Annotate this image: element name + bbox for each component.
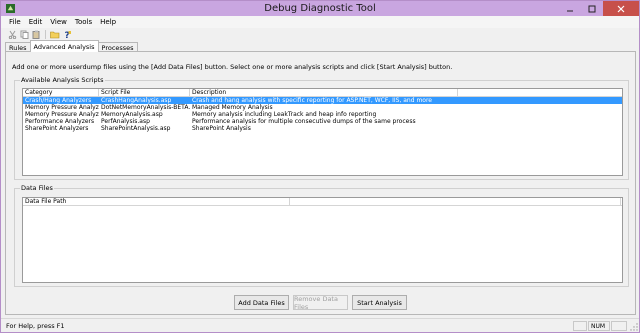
title-bar[interactable]: Debug Diagnostic Tool — [1, 1, 639, 16]
help-icon: ? — [64, 30, 71, 39]
script-description: Managed Memory Analysis — [192, 104, 273, 111]
datafiles-list[interactable]: Data File Path — [22, 197, 623, 283]
tab-advanced-analysis[interactable]: Advanced Analysis — [29, 40, 99, 52]
open-folder-icon — [50, 31, 60, 38]
menu-edit[interactable]: Edit — [25, 18, 47, 26]
paste-button[interactable] — [31, 29, 41, 39]
script-file: PerfAnalysis.asp — [101, 118, 150, 125]
copy-icon — [20, 30, 28, 39]
toolbar-separator — [45, 29, 46, 39]
window-controls — [559, 1, 639, 16]
datafiles-list-header: Data File Path — [23, 198, 622, 206]
script-description: SharePoint Analysis — [192, 125, 251, 132]
script-category: Crash/Hang Analyzers — [25, 97, 92, 104]
script-file: DotNetMemoryAnalysis-BETA.asp — [101, 104, 190, 111]
open-button[interactable] — [50, 29, 60, 39]
menu-tools[interactable]: Tools — [71, 18, 96, 26]
script-file: MemoryAnalysis.asp — [101, 111, 163, 118]
status-pane-num: NUM — [588, 321, 610, 331]
script-category: SharePoint Analyzers — [25, 125, 89, 132]
maximize-icon — [588, 5, 596, 12]
column-header-script-file[interactable]: Script File — [99, 89, 190, 96]
status-text: For Help, press F1 — [6, 322, 65, 330]
script-category: Performance Analyzers — [25, 118, 95, 125]
scripts-group-label: Available Analysis Scripts — [20, 76, 105, 84]
maximize-button[interactable] — [581, 1, 603, 16]
cut-icon — [8, 30, 16, 39]
toolbar: ? — [1, 28, 639, 40]
start-analysis-button[interactable]: Start Analysis — [352, 295, 407, 310]
main-window: Debug Diagnostic Tool File Edit View Too… — [0, 0, 640, 333]
menu-help[interactable]: Help — [96, 18, 120, 26]
resize-grip-icon[interactable] — [630, 323, 638, 331]
cut-button[interactable] — [7, 29, 17, 39]
menu-bar: File Edit View Tools Help — [1, 16, 639, 28]
menu-view[interactable]: View — [46, 18, 71, 26]
scripts-list[interactable]: Category Script File Description Crash/H… — [22, 88, 623, 176]
script-description: Performance analysis for multiple consec… — [192, 118, 416, 125]
status-pane-scroll — [611, 321, 627, 331]
datafiles-group-label: Data Files — [20, 184, 54, 192]
script-row[interactable]: Memory Pressure Analyzers DotNetMemoryAn… — [23, 104, 622, 111]
script-description: Crash and hang analysis with specific re… — [192, 97, 432, 104]
column-header-description[interactable]: Description — [190, 89, 458, 96]
minimize-icon — [567, 10, 573, 11]
column-header-category[interactable]: Category — [23, 89, 99, 96]
scripts-list-header: Category Script File Description — [23, 89, 622, 97]
script-category: Memory Pressure Analyzers — [25, 111, 99, 118]
script-description: Memory analysis including LeakTrack and … — [192, 111, 377, 118]
script-file: CrashHangAnalysis.asp — [101, 97, 172, 104]
close-button[interactable] — [603, 1, 639, 16]
script-row[interactable]: Performance Analyzers PerfAnalysis.asp P… — [23, 118, 622, 125]
script-row[interactable]: Crash/Hang Analyzers CrashHangAnalysis.a… — [23, 97, 622, 104]
script-row[interactable]: Memory Pressure Analyzers MemoryAnalysis… — [23, 111, 622, 118]
instructions-text: Add one or more userdump files using the… — [12, 63, 453, 71]
status-pane-blank — [573, 321, 587, 331]
script-category: Memory Pressure Analyzers — [25, 104, 99, 111]
help-button[interactable]: ? — [62, 29, 72, 39]
script-row[interactable]: SharePoint Analyzers SharePointAnalysis.… — [23, 125, 622, 132]
window-title: Debug Diagnostic Tool — [264, 3, 376, 14]
column-header-blank[interactable] — [290, 198, 621, 205]
copy-button[interactable] — [19, 29, 29, 39]
paste-icon — [32, 30, 39, 39]
status-bar: For Help, press F1 NUM — [1, 318, 639, 332]
menu-file[interactable]: File — [5, 18, 25, 26]
column-header-data-file-path[interactable]: Data File Path — [23, 198, 290, 205]
minimize-button[interactable] — [559, 1, 581, 16]
remove-data-files-button[interactable]: Remove Data Files — [293, 295, 348, 311]
tab-label: Advanced Analysis — [33, 42, 95, 51]
add-data-files-button[interactable]: Add Data Files — [234, 295, 289, 310]
close-icon — [617, 5, 625, 12]
script-file: SharePointAnalysis.asp — [101, 125, 171, 132]
